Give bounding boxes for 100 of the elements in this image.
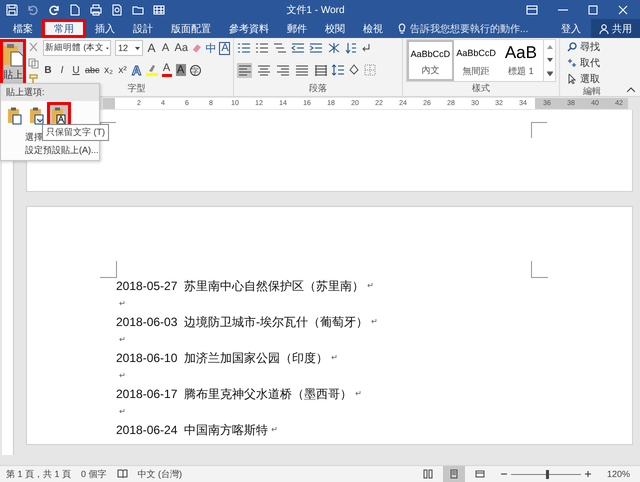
- document-text: 2018-06-17 腾布里克神父水道桥（墨西哥）: [116, 386, 352, 403]
- scissors-icon[interactable]: [28, 42, 39, 53]
- replace-icon: [567, 58, 577, 68]
- phonetic-guide-button[interactable]: 中: [205, 40, 216, 56]
- save-icon[interactable]: [6, 4, 18, 16]
- scroll-up-icon[interactable]: [546, 44, 553, 49]
- font-style-button[interactable]: x₂: [104, 64, 114, 76]
- crop-mark: [100, 261, 117, 278]
- align-button[interactable]: [275, 62, 290, 78]
- redo-icon[interactable]: [48, 4, 60, 16]
- editing-button[interactable]: 取代: [567, 56, 621, 69]
- page-count[interactable]: 第 1 頁，共 1 頁: [6, 468, 72, 480]
- sort-icon[interactable]: [345, 42, 357, 54]
- menu-item[interactable]: 設定預設貼上(A)...: [1, 144, 99, 157]
- share-button[interactable]: 共用: [591, 19, 640, 38]
- paragraph-mark: ↵: [355, 388, 362, 400]
- window-title: 文件1 - Word: [285, 4, 346, 16]
- zoom-in-button[interactable]: [584, 471, 591, 477]
- folder-icon[interactable]: [132, 4, 144, 16]
- ribbon-tab[interactable]: 插入: [86, 19, 124, 38]
- align-button[interactable]: [313, 62, 328, 78]
- bullets-icon[interactable]: [237, 42, 251, 54]
- decrease-indent-icon[interactable]: [291, 42, 305, 54]
- collapse-ribbon-icon[interactable]: [627, 87, 635, 92]
- increase-indent-icon[interactable]: [309, 42, 323, 54]
- font-style-button[interactable]: B: [43, 64, 53, 76]
- style-gallery-item[interactable]: AaBbCcD 內文: [407, 40, 454, 81]
- paragraph-mark: ↵: [119, 370, 126, 382]
- group-label: 編輯: [583, 85, 601, 98]
- multilevel-list-icon[interactable]: [273, 42, 287, 54]
- maximize-icon[interactable]: [588, 4, 598, 14]
- align-button[interactable]: [237, 62, 252, 78]
- style-gallery-item[interactable]: AaB 標題 1: [498, 40, 544, 81]
- align-button[interactable]: [294, 62, 309, 78]
- font-style-button[interactable]: abc: [85, 65, 100, 75]
- print-preview-icon[interactable]: [111, 4, 123, 16]
- shrink-font-button[interactable]: A: [160, 42, 171, 54]
- borders-icon[interactable]: [364, 64, 376, 76]
- ribbon-tab[interactable]: 版面配置: [162, 19, 220, 38]
- align-button[interactable]: [256, 62, 271, 78]
- caret-icon: [134, 46, 140, 50]
- font-style-button[interactable]: I: [57, 64, 67, 76]
- group-label: 段落: [309, 82, 327, 95]
- font-style-button[interactable]: U: [71, 64, 81, 76]
- font-style-button[interactable]: x²: [118, 64, 128, 76]
- paragraph-mark: ↵: [367, 280, 374, 292]
- view-button[interactable]: [442, 466, 465, 482]
- paragraph-mark-icon[interactable]: [361, 42, 371, 54]
- new-document-icon[interactable]: [69, 4, 81, 16]
- font-name-field[interactable]: 新細明體 (本文: [43, 40, 111, 56]
- close-icon[interactable]: [618, 4, 628, 14]
- font-size-field[interactable]: 12: [115, 40, 143, 56]
- proofing-book-icon[interactable]: [116, 469, 128, 479]
- ribbon-tab[interactable]: 設計: [124, 19, 162, 38]
- language-indicator[interactable]: 中文 (台灣): [138, 468, 182, 480]
- numbering-icon[interactable]: [255, 42, 269, 54]
- style-gallery-item[interactable]: AaBbCcD 無間距: [454, 40, 499, 81]
- ribbon-tab[interactable]: 常用: [42, 19, 86, 38]
- paragraph-mark: ↵: [119, 298, 126, 310]
- paste-option-button[interactable]: [28, 105, 46, 127]
- paragraph-mark: ↵: [371, 316, 378, 328]
- ribbon-tab[interactable]: 檢視: [354, 19, 392, 38]
- character-border-button[interactable]: A: [219, 42, 230, 54]
- more-icon[interactable]: [546, 71, 553, 76]
- ribbon-tab[interactable]: 參考資料: [220, 19, 278, 38]
- paragraph-mark: ↵: [119, 334, 126, 346]
- ribbon-tab[interactable]: 校閱: [316, 19, 354, 38]
- zoom-level[interactable]: 120%: [600, 469, 634, 479]
- character-shading-button[interactable]: A: [176, 64, 186, 76]
- tell-me-field[interactable]: 告訴我您想要執行的動作...: [410, 22, 528, 36]
- scroll-down-icon[interactable]: [546, 58, 553, 62]
- zoom-slider-thumb[interactable]: [546, 470, 549, 478]
- change-case-button[interactable]: Aa: [174, 42, 187, 54]
- group-label: 樣式: [472, 82, 490, 95]
- print-icon[interactable]: [90, 4, 102, 16]
- web-layout-icon: [474, 469, 485, 479]
- grow-font-button[interactable]: A: [146, 41, 157, 55]
- ribbon-tab[interactable]: 郵件: [278, 19, 316, 38]
- lightbulb-icon: [398, 23, 406, 34]
- paste-option-button[interactable]: [6, 105, 24, 127]
- crop-mark: [531, 122, 547, 138]
- font-color-button[interactable]: A: [162, 63, 172, 77]
- copy-icon[interactable]: [28, 58, 39, 69]
- editing-button[interactable]: 選取: [567, 72, 621, 85]
- ribbon-tab[interactable]: 檔案: [4, 19, 42, 38]
- sign-in-link[interactable]: 登入: [551, 19, 591, 38]
- line-spacing-icon[interactable]: [332, 64, 344, 76]
- highlighter-icon[interactable]: [146, 64, 158, 76]
- editing-button[interactable]: 尋找: [567, 40, 621, 53]
- word-count[interactable]: 0 個字: [81, 468, 107, 480]
- document-text: 2018-05-27 苏里南中心自然保护区（苏里南）: [116, 278, 364, 295]
- zoom-out-button[interactable]: [500, 471, 507, 477]
- enclose-characters-button[interactable]: 字: [190, 64, 201, 76]
- search-icon: [567, 42, 577, 52]
- table-icon[interactable]: [153, 4, 165, 16]
- document-text: 2018-06-24 中国南方喀斯特: [116, 422, 268, 439]
- undo-icon[interactable]: [27, 4, 39, 16]
- ribbon-display-icon[interactable]: [526, 4, 538, 14]
- document-text: 2018-06-03 边境防卫城市-埃尔瓦什（葡萄牙）: [116, 314, 368, 331]
- paragraph-mark: ↵: [119, 406, 126, 418]
